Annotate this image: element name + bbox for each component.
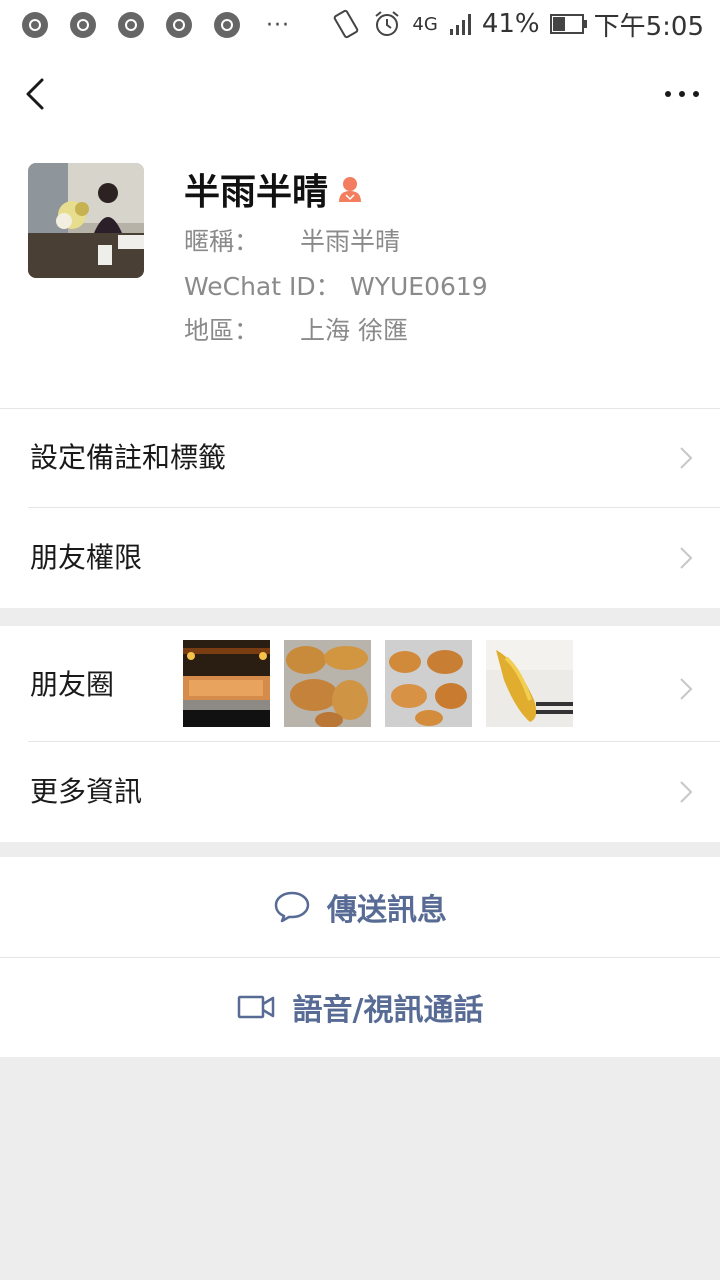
remarks-tags-cell[interactable]: 設定備註和標籤 (0, 408, 720, 508)
settings-group: 設定備註和標籤 朋友權限 (0, 408, 720, 608)
chrome-icon (22, 12, 48, 38)
moment-thumbnail (183, 640, 270, 727)
friend-permissions-cell[interactable]: 朋友權限 (0, 508, 720, 608)
chevron-right-icon (680, 678, 693, 700)
moments-thumbnails (183, 640, 587, 727)
moments-cell[interactable]: 朋友圈 (0, 626, 720, 758)
more-dots-icon[interactable] (662, 76, 702, 112)
wechat-id-row: WeChat ID： WYUE0619 (184, 271, 488, 303)
chrome-icon (70, 12, 96, 38)
chrome-icon (166, 12, 192, 38)
chrome-icon (214, 12, 240, 38)
wechat-id-value: WYUE0619 (350, 272, 488, 301)
display-name: 半雨半晴 (184, 172, 329, 213)
vibrate-icon (334, 9, 359, 39)
overflow-indicator: ··· (266, 12, 290, 38)
video-camera-icon (237, 995, 274, 1019)
action-group: 傳送訊息 語音/視訊通話 (0, 857, 720, 1057)
send-message-button[interactable]: 傳送訊息 (0, 857, 720, 957)
nickname-label: 暱稱： (184, 227, 260, 256)
more-info-cell[interactable]: 更多資訊 (0, 742, 720, 842)
clock: 下午5:05 (593, 11, 704, 42)
network-type: 4G (412, 13, 438, 35)
top-nav (0, 50, 720, 138)
chevron-left-icon[interactable] (20, 74, 56, 114)
status-bar: ··· 4G 41% 下午5:05 (0, 0, 720, 50)
profile-header: 半雨半晴 暱稱： 半雨半晴 WeChat ID： WYUE0619 地區： 上海… (0, 138, 720, 408)
notification-icons: ··· (20, 10, 290, 40)
more-info-label: 更多資訊 (30, 775, 143, 808)
voice-video-call-label: 語音/視訊通話 (292, 993, 484, 1028)
region-value: 上海 徐匯 (300, 316, 408, 345)
avatar[interactable] (28, 163, 144, 278)
region-label: 地區： (184, 316, 260, 345)
battery-icon (549, 14, 587, 34)
female-icon (339, 177, 362, 202)
battery-percent: 41% (481, 9, 540, 39)
friend-permissions-label: 朋友權限 (30, 541, 143, 574)
moments-label: 朋友圈 (30, 668, 115, 701)
moment-thumbnail (385, 640, 472, 727)
alarm-icon (375, 11, 400, 36)
moment-thumbnail (486, 640, 573, 727)
chrome-icon (118, 12, 144, 38)
nickname-row: 暱稱： 半雨半晴 (184, 226, 400, 258)
chevron-right-icon (680, 781, 693, 803)
chevron-right-icon (680, 547, 693, 569)
signal-icon (449, 14, 471, 35)
system-status: 4G 41% 下午5:05 (320, 8, 704, 42)
send-message-label: 傳送訊息 (327, 893, 447, 928)
name-row: 半雨半晴 (184, 166, 364, 213)
chevron-right-icon (680, 447, 693, 469)
info-group: 朋友圈 更多資訊 (0, 626, 720, 842)
chat-bubble-icon (274, 891, 310, 923)
voice-video-call-button[interactable]: 語音/視訊通話 (0, 957, 720, 1057)
remarks-tags-label: 設定備註和標籤 (30, 441, 227, 474)
region-row: 地區： 上海 徐匯 (184, 315, 408, 347)
wechat-id-label: WeChat ID： (184, 272, 341, 301)
nickname-value: 半雨半晴 (300, 227, 401, 256)
moment-thumbnail (284, 640, 371, 727)
